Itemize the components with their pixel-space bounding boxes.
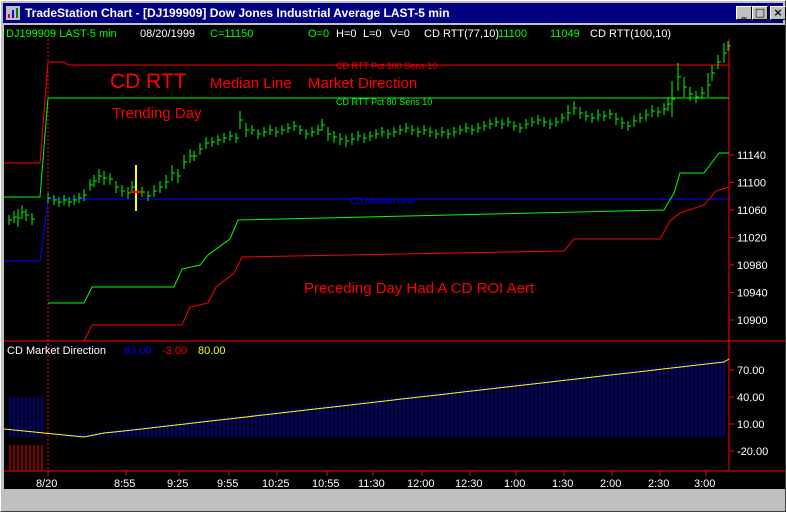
time-axis-label: 3:00 <box>694 478 715 489</box>
time-axis-label: 1:00 <box>504 478 525 489</box>
indicator-axis-label: -20.00 <box>737 446 768 458</box>
volume-value: V=0 <box>390 28 410 40</box>
indicator-axis-label: 10.00 <box>737 419 765 431</box>
pct80-label: CD RTT Pct 80 Sens 10 <box>336 97 432 107</box>
status-strip <box>4 489 785 511</box>
preceding-day-label: Preceding Day Had A CD ROI Aert <box>304 280 535 297</box>
market-direction-title: Market Direction <box>308 75 417 92</box>
indicator-value3: 80.00 <box>198 345 226 357</box>
app-icon <box>6 6 20 20</box>
time-axis-label: 10:55 <box>312 478 340 489</box>
price-axis-label: 11060 <box>737 205 767 217</box>
window-title: TradeStation Chart - [DJ199909] Dow Jone… <box>25 6 450 20</box>
indicator-axis-label: 40.00 <box>737 392 765 404</box>
study1-value1: 11100 <box>498 28 527 40</box>
time-axis-label: 9:25 <box>167 478 188 489</box>
study1-name: CD RTT(77,10) <box>424 28 499 40</box>
date-label: 08/20/1999 <box>140 28 195 40</box>
indicator-axis-label: 70.00 <box>737 365 765 377</box>
trending-day-label: Trending Day <box>112 105 202 122</box>
open-value: O=0 <box>308 28 329 40</box>
close-value: C=11150 <box>210 28 253 40</box>
rtt-title: CD RTT <box>110 70 187 93</box>
price-axis-label: 11140 <box>737 150 766 162</box>
study2-name: CD RTT(100,10) <box>590 28 671 40</box>
time-axis-label: 10:25 <box>262 478 290 489</box>
time-axis-label: 8/20 <box>36 478 57 489</box>
time-axis-label: 1:30 <box>552 478 573 489</box>
low-value: L=0 <box>363 28 382 40</box>
tradestation-window: TradeStation Chart - [DJ199909] Dow Jone… <box>0 0 786 512</box>
time-axis-label: 8:55 <box>114 478 135 489</box>
indicator-value2: -3.00 <box>162 345 187 357</box>
median-line-title: Median Line <box>210 75 292 92</box>
time-axis-label: 12:30 <box>455 478 483 489</box>
high-value: H=0 <box>336 28 357 40</box>
median-label: CD Median Line <box>350 196 415 206</box>
time-axis-label: 2:00 <box>600 478 621 489</box>
chart-area[interactable]: DJ199909 LAST-5 min 08/20/1999 C=11150 O… <box>4 25 785 489</box>
price-axis-label: 10940 <box>737 288 768 300</box>
indicator-name: CD Market Direction <box>7 345 106 357</box>
close-button[interactable]: × <box>770 6 786 20</box>
time-axis-label: 12:00 <box>407 478 435 489</box>
price-axis-label: 11100 <box>737 178 766 190</box>
indicator-value1: 83.00 <box>124 345 152 357</box>
time-axis-label: 11:30 <box>358 478 385 489</box>
time-axis-label: 9:55 <box>217 478 238 489</box>
study1-value2: 11049 <box>550 28 580 40</box>
title-bar[interactable]: TradeStation Chart - [DJ199909] Dow Jone… <box>3 3 786 23</box>
time-axis-label: 2:30 <box>648 478 669 489</box>
price-axis-label: 11020 <box>737 233 767 245</box>
maximize-button[interactable]: □ <box>752 6 768 20</box>
minimize-button[interactable]: _ <box>736 6 752 20</box>
pct100-label: CD RTT Pct 100 Sens 10 <box>336 61 437 71</box>
symbol-label: DJ199909 LAST-5 min <box>6 28 117 40</box>
price-axis-label: 10980 <box>737 260 768 272</box>
price-axis-label: 10900 <box>737 315 768 327</box>
